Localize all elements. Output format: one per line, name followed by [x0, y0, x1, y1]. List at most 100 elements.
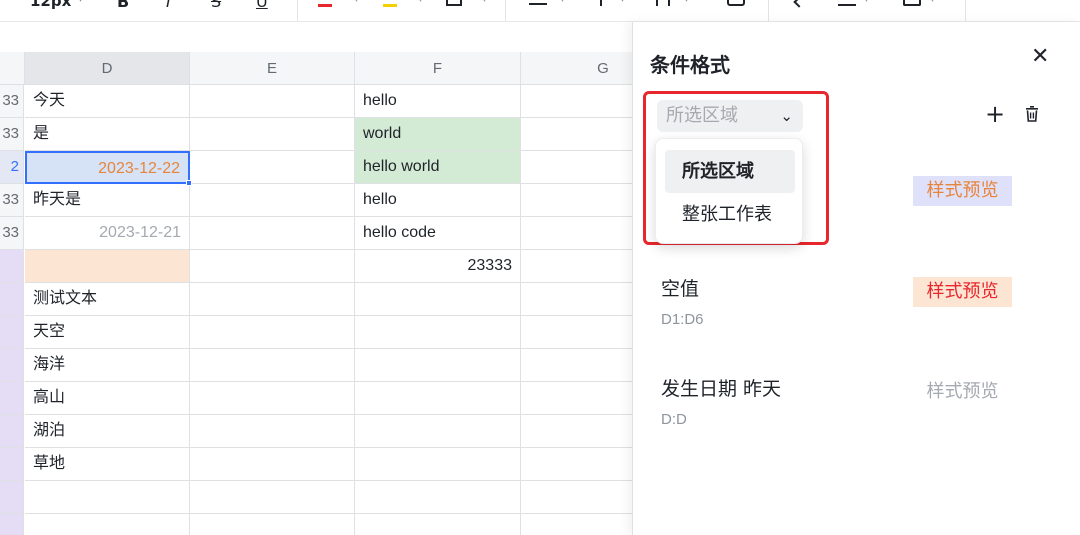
column-header-g[interactable]: G — [521, 52, 632, 85]
cell-f11[interactable] — [355, 415, 521, 448]
cell-g5[interactable] — [521, 217, 632, 250]
cell-g3[interactable] — [521, 151, 632, 184]
scope-select[interactable]: 所选区域 ⌄ — [657, 100, 803, 132]
cell-d6[interactable] — [25, 250, 190, 283]
cell-f10[interactable] — [355, 382, 521, 415]
cell-f3[interactable]: hello world — [355, 151, 521, 184]
row-header[interactable] — [0, 415, 24, 448]
dropdown-option-whole-sheet[interactable]: 整张工作表 — [665, 193, 795, 236]
cell-g9[interactable] — [521, 349, 632, 382]
cell-d1[interactable]: 今天 — [25, 85, 190, 118]
cell-d11[interactable]: 湖泊 — [25, 415, 190, 448]
cell-e2[interactable] — [190, 118, 355, 151]
row-header[interactable] — [0, 349, 24, 382]
bold-button[interactable]: B — [117, 0, 129, 11]
row-header[interactable] — [0, 481, 24, 514]
fill-handle[interactable] — [186, 180, 192, 186]
cell-d13[interactable] — [25, 481, 190, 514]
cell-f14[interactable] — [355, 514, 521, 535]
chevron-down-icon[interactable]: ▾ — [560, 0, 565, 5]
valign-icon[interactable] — [600, 0, 602, 6]
rule-2[interactable]: 空值 D1:D6 — [661, 274, 704, 328]
chevron-down-icon[interactable]: ▾ — [482, 0, 487, 5]
cell-e13[interactable] — [190, 481, 355, 514]
chevron-down-icon[interactable]: ▾ — [684, 0, 689, 5]
row-header[interactable] — [0, 283, 24, 316]
cell-d8[interactable]: 天空 — [25, 316, 190, 349]
rule-3-style-preview[interactable]: 样式预览 — [913, 377, 1012, 407]
font-color-icon[interactable] — [318, 4, 332, 7]
function-icon[interactable] — [903, 0, 921, 6]
row-header[interactable]: 33 — [0, 184, 24, 217]
cell-f4[interactable]: hello — [355, 184, 521, 217]
strikethrough-button[interactable]: S — [211, 0, 221, 11]
cell-e5[interactable] — [190, 217, 355, 250]
merge-icon[interactable] — [727, 0, 745, 6]
chevron-down-icon[interactable]: ▾ — [620, 0, 625, 5]
cell-d7[interactable]: 测试文本 — [25, 283, 190, 316]
add-rule-icon[interactable]: + — [985, 102, 1005, 126]
italic-button[interactable]: I — [166, 0, 171, 11]
cell-f6[interactable]: 23333 — [355, 250, 521, 283]
row-header[interactable] — [0, 316, 24, 349]
cell-d2[interactable]: 是 — [25, 118, 190, 151]
cell-e11[interactable] — [190, 415, 355, 448]
cell-e14[interactable] — [190, 514, 355, 535]
cell-f12[interactable] — [355, 448, 521, 481]
chevron-down-icon[interactable]: ▾ — [78, 0, 83, 5]
fill-color-icon[interactable] — [383, 4, 397, 7]
cell-e8[interactable] — [190, 316, 355, 349]
rule-3[interactable]: 发生日期 昨天 D:D — [661, 374, 781, 428]
row-header[interactable]: 2 — [0, 151, 24, 184]
column-header-f[interactable]: F — [355, 52, 521, 85]
cell-f5[interactable]: hello code — [355, 217, 521, 250]
cell-g13[interactable] — [521, 481, 632, 514]
row-header[interactable] — [0, 514, 24, 535]
rotate-icon[interactable] — [793, 0, 805, 8]
chevron-down-icon[interactable]: ▾ — [354, 0, 359, 5]
cell-f8[interactable] — [355, 316, 521, 349]
cell-g8[interactable] — [521, 316, 632, 349]
cell-d14[interactable] — [25, 514, 190, 535]
align-icon[interactable] — [529, 3, 547, 5]
cell-g4[interactable] — [521, 184, 632, 217]
cell-f7[interactable] — [355, 283, 521, 316]
border-icon[interactable] — [446, 0, 462, 6]
cell-g6[interactable] — [521, 250, 632, 283]
cell-f9[interactable] — [355, 349, 521, 382]
cell-e3[interactable] — [190, 151, 355, 184]
row-header[interactable] — [0, 448, 24, 481]
sort-icon[interactable] — [838, 0, 856, 6]
row-header[interactable] — [0, 382, 24, 415]
cell-e6[interactable] — [190, 250, 355, 283]
cell-g12[interactable] — [521, 448, 632, 481]
cell-e4[interactable] — [190, 184, 355, 217]
cell-d4[interactable]: 昨天是 — [25, 184, 190, 217]
wrap-icon[interactable] — [656, 0, 670, 6]
column-header-d[interactable]: D — [25, 52, 190, 85]
cell-e1[interactable] — [190, 85, 355, 118]
cell-e12[interactable] — [190, 448, 355, 481]
rule-2-style-preview[interactable]: 样式预览 — [913, 277, 1012, 307]
cell-e7[interactable] — [190, 283, 355, 316]
cell-g10[interactable] — [521, 382, 632, 415]
cell-g1[interactable] — [521, 85, 632, 118]
cell-d10[interactable]: 高山 — [25, 382, 190, 415]
cell-d12[interactable]: 草地 — [25, 448, 190, 481]
chevron-down-icon[interactable]: ▾ — [418, 0, 423, 5]
row-header[interactable]: 33 — [0, 85, 24, 118]
cell-f2[interactable]: world — [355, 118, 521, 151]
chevron-down-icon[interactable]: ▾ — [930, 0, 935, 5]
row-header[interactable]: 33 — [0, 118, 24, 151]
column-header-e[interactable]: E — [190, 52, 355, 85]
chevron-down-icon[interactable]: ▾ — [864, 0, 869, 5]
cell-g2[interactable] — [521, 118, 632, 151]
rule-1-style-preview[interactable]: 样式预览 — [913, 176, 1012, 206]
cell-d9[interactable]: 海洋 — [25, 349, 190, 382]
cell-f13[interactable] — [355, 481, 521, 514]
cell-e10[interactable] — [190, 382, 355, 415]
cell-g11[interactable] — [521, 415, 632, 448]
cell-g14[interactable] — [521, 514, 632, 535]
cell-f1[interactable]: hello — [355, 85, 521, 118]
trash-icon[interactable] — [1025, 106, 1039, 122]
